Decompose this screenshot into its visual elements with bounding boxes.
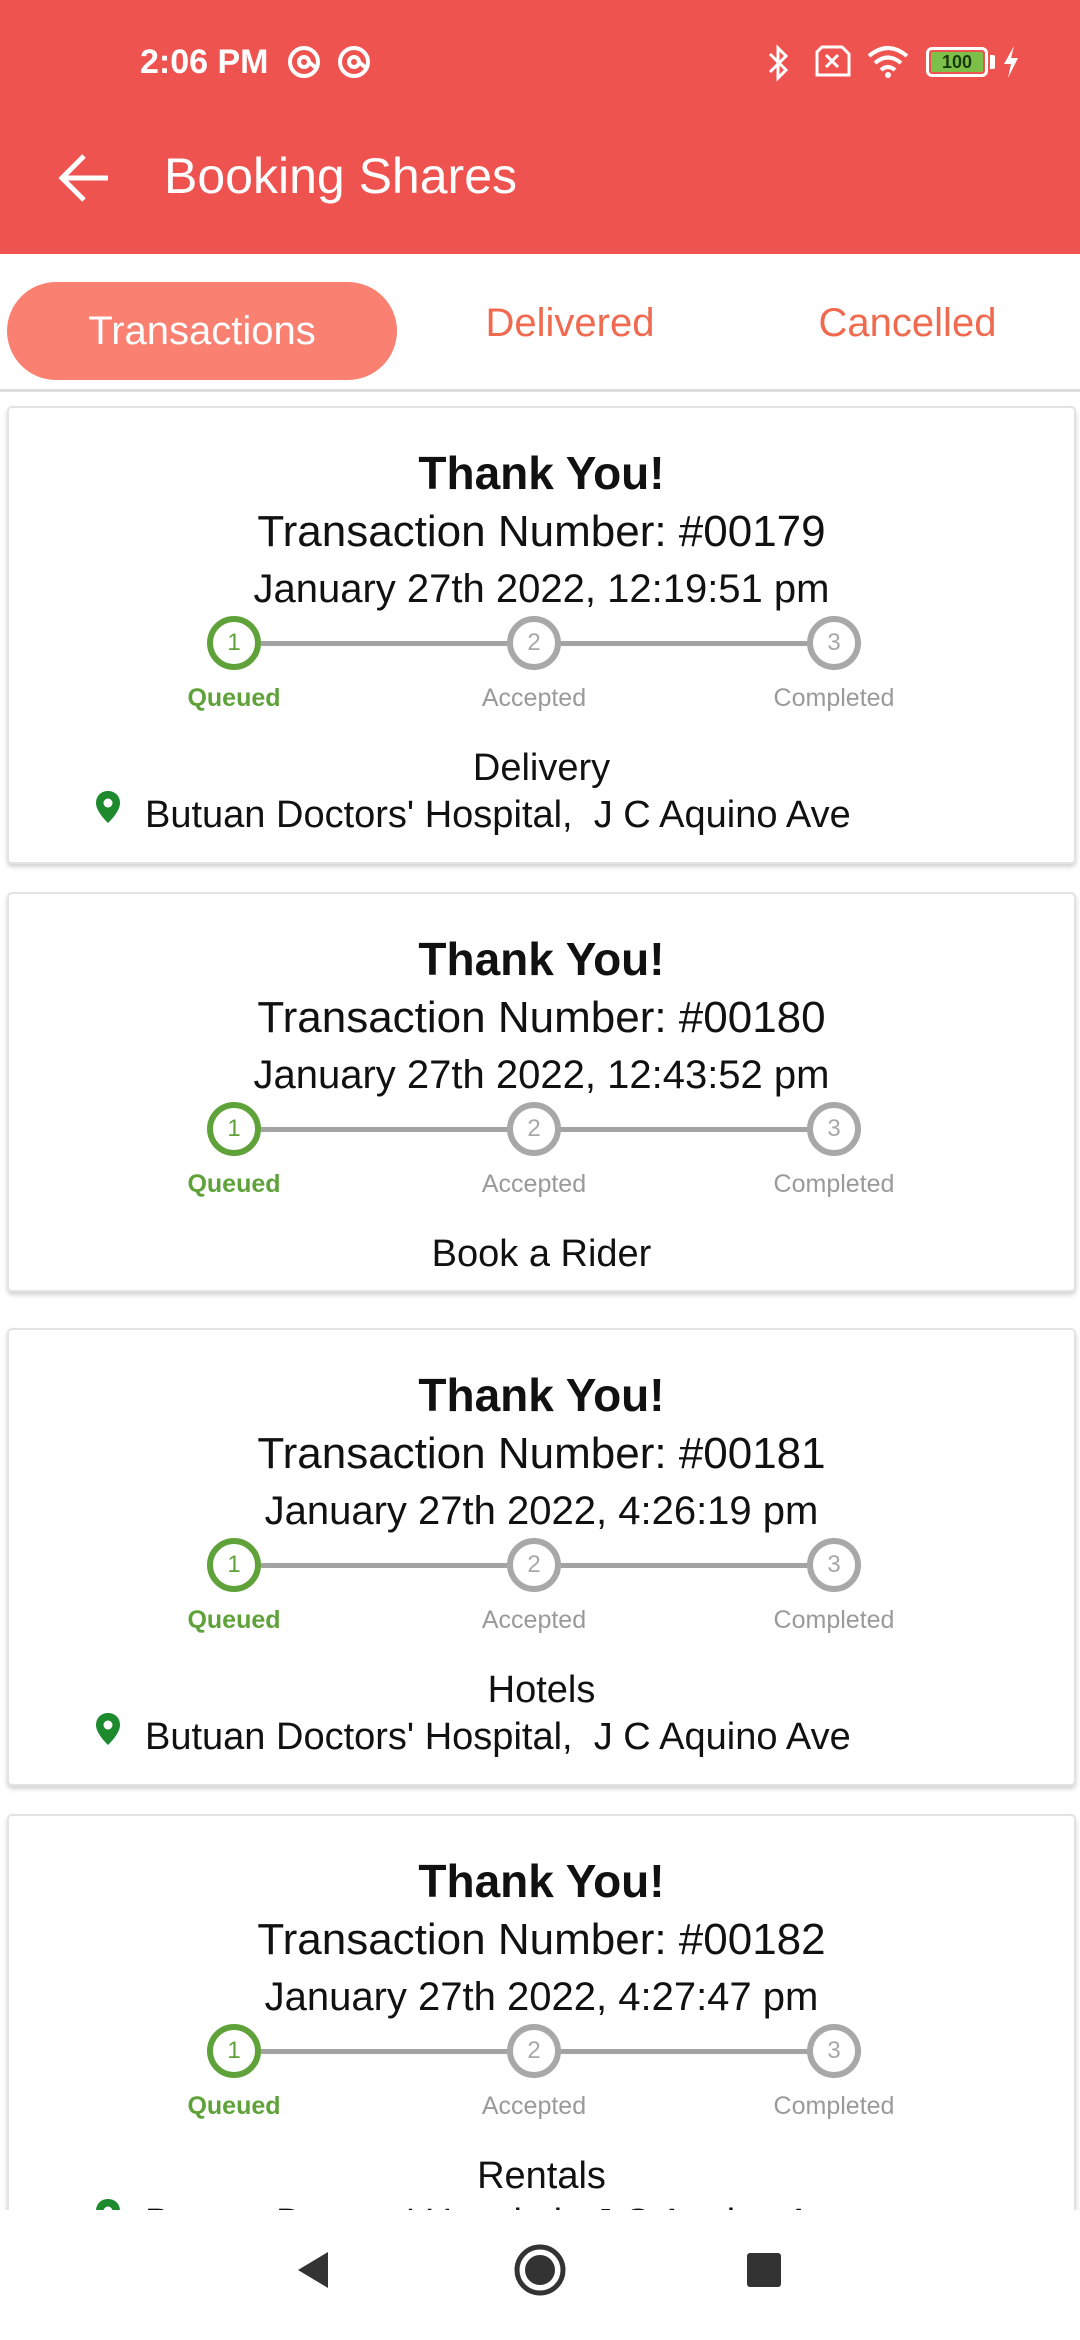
at-icon (288, 46, 320, 78)
charging-icon (1004, 46, 1018, 78)
transaction-number: Transaction Number: #00181 (257, 1429, 826, 1478)
progress-stepper: 1 2 3 Queued Accepted Completed (9, 2014, 1074, 2124)
step-3-label: Completed (773, 1170, 895, 1198)
transaction-number: Transaction Number: #00180 (257, 993, 826, 1042)
location-pin-icon (96, 1713, 120, 1745)
location-pin-icon (96, 791, 120, 823)
transaction-card[interactable]: Thank You! Transaction Number: #00179 Ja… (7, 406, 1076, 864)
step-3-circle: 3 (807, 616, 861, 670)
step-3-label: Completed (773, 1606, 895, 1634)
status-time: 2:06 PM (140, 43, 269, 81)
step-3-circle: 3 (807, 2024, 861, 2078)
transaction-card[interactable]: Thank You! Transaction Number: #00180 Ja… (7, 892, 1076, 1292)
transaction-card[interactable]: Thank You! Transaction Number: #00181 Ja… (7, 1328, 1076, 1786)
location-row: Butuan Doctors' Hospital, J C Aquino Ave (9, 790, 1074, 840)
status-bar: 2:06 PM 100 (0, 0, 1080, 126)
step-2-label: Accepted (481, 684, 587, 712)
transaction-number: Transaction Number: #00179 (257, 507, 826, 556)
step-3-circle: 3 (807, 1102, 861, 1156)
location-text: Butuan Doctors' Hospital, J C Aquino Ave (145, 794, 851, 836)
page-title: Booking Shares (164, 148, 518, 204)
step-2-circle: 2 (507, 1538, 561, 1592)
step-1-label: Queued (187, 2092, 281, 2120)
service-type: Book a Rider (431, 1233, 652, 1275)
battery-level: 100 (931, 52, 983, 72)
step-1-circle: 1 (207, 1102, 261, 1156)
step-2-label: Accepted (481, 2092, 587, 2120)
transaction-list[interactable]: Thank You! Transaction Number: #00179 Ja… (0, 392, 1080, 2210)
transaction-number: Transaction Number: #00182 (257, 1915, 826, 1964)
step-1-label: Queued (187, 1606, 281, 1634)
card-title: Thank You! (418, 1369, 665, 1421)
home-circle-icon[interactable] (510, 2240, 570, 2300)
step-1-label: Queued (187, 684, 281, 712)
card-title: Thank You! (418, 1855, 665, 1907)
service-type: Hotels (487, 1669, 596, 1711)
bluetooth-icon (768, 44, 789, 82)
step-1-circle: 1 (207, 1538, 261, 1592)
step-1-circle: 1 (207, 616, 261, 670)
step-3-label: Completed (773, 684, 895, 712)
step-2-label: Accepted (481, 1606, 587, 1634)
no-sim-icon (815, 45, 851, 77)
step-1-label: Queued (187, 1170, 281, 1198)
system-nav-bar (0, 2210, 1080, 2340)
tab-bar: Transactions Delivered Cancelled (0, 254, 1080, 392)
location-text: Butuan Doctors' Hospital, J C Aquino Ave (145, 1716, 851, 1758)
tab-cancelled[interactable]: Cancelled (770, 274, 1045, 372)
battery-tip (990, 55, 995, 69)
location-row: Butuan Doctors' Hospital, J C Aquino Ave (9, 1712, 1074, 1762)
step-2-circle: 2 (507, 2024, 561, 2078)
step-2-circle: 2 (507, 1102, 561, 1156)
step-2-label: Accepted (481, 1170, 587, 1198)
location-pin-icon (96, 2199, 120, 2210)
back-triangle-icon[interactable] (292, 2240, 334, 2300)
tab-delivered[interactable]: Delivered (430, 274, 710, 372)
step-3-label: Completed (773, 2092, 895, 2120)
step-2-circle: 2 (507, 616, 561, 670)
arrow-left-icon[interactable] (56, 148, 116, 208)
battery-icon: 100 (926, 47, 988, 77)
progress-stepper: 1 2 3 Queued Accepted Completed (9, 1528, 1074, 1638)
location-text: Butuan Doctors' Hospital, J C Aquino Ave (145, 2198, 851, 2210)
location-row: Butuan Doctors' Hospital, J C Aquino Ave (9, 2198, 1074, 2210)
card-title: Thank You! (418, 447, 665, 499)
transaction-card[interactable]: Thank You! Transaction Number: #00182 Ja… (7, 1814, 1076, 2210)
service-type: Delivery (472, 747, 611, 789)
card-title: Thank You! (418, 933, 665, 985)
progress-stepper: 1 2 3 Queued Accepted Completed (9, 606, 1074, 716)
tab-transactions[interactable]: Transactions (7, 282, 397, 380)
progress-stepper: 1 2 3 Queued Accepted Completed (9, 1092, 1074, 1202)
service-type: Rentals (477, 2155, 606, 2197)
step-3-circle: 3 (807, 1538, 861, 1592)
at-icon (338, 46, 370, 78)
recents-square-icon[interactable] (744, 2240, 784, 2300)
step-1-circle: 1 (207, 2024, 261, 2078)
app-header: 2:06 PM 100 Booking Shares (0, 0, 1080, 254)
wifi-icon (867, 46, 909, 78)
